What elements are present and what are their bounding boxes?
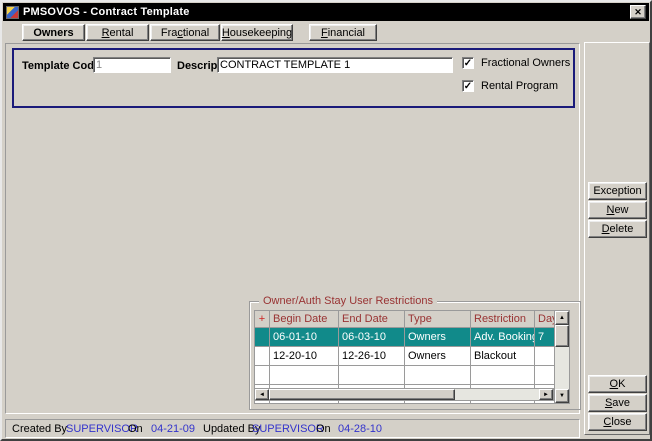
table-cell[interactable] <box>405 366 471 385</box>
col-restriction: Restriction <box>471 311 535 328</box>
tab-owners[interactable]: Owners <box>22 24 85 41</box>
table-header-row: + Begin Date End Date Type Restriction D… <box>255 311 555 328</box>
template-code-label: Template Code <box>22 60 100 72</box>
table-row[interactable]: 12-20-1012-26-10OwnersBlackout <box>255 347 555 366</box>
vertical-scroll-track[interactable] <box>555 347 569 389</box>
table-cell[interactable] <box>535 366 555 385</box>
restrictions-groupbox: Owner/Auth Stay User Restrictions + Begi… <box>249 301 581 410</box>
table-cell[interactable]: Adv. Booking <box>471 328 535 347</box>
tab-rental[interactable]: Rental <box>86 24 149 41</box>
updated-on-label: On <box>316 423 331 435</box>
table-cell[interactable]: 12-20-10 <box>270 347 339 366</box>
table-cell[interactable]: Owners <box>405 328 471 347</box>
row-marker-cell[interactable] <box>255 366 270 385</box>
close-button[interactable]: Close <box>588 413 647 431</box>
scroll-down-icon[interactable]: ▼ <box>555 389 569 403</box>
table-cell[interactable]: Owners <box>405 347 471 366</box>
table-cell[interactable] <box>339 366 405 385</box>
table-cell[interactable]: 06-03-10 <box>339 328 405 347</box>
tab-fractional[interactable]: Fractional <box>150 24 220 41</box>
checkbox-check-icon[interactable]: ✓ <box>462 80 474 92</box>
delete-button[interactable]: Delete <box>588 220 647 238</box>
table-row[interactable] <box>255 366 555 385</box>
created-on-value: 04-21-09 <box>151 423 195 435</box>
ok-button[interactable]: OK <box>588 375 647 393</box>
status-bar: Created By SUPERVISOR On 04-21-09 Update… <box>5 419 580 438</box>
tab-bar: Owners Rental Fractional Housekeeping Fi… <box>22 24 378 41</box>
table-cell[interactable]: Blackout <box>471 347 535 366</box>
new-button[interactable]: New <box>588 201 647 219</box>
table-cell[interactable]: 12-26-10 <box>339 347 405 366</box>
scroll-left-icon[interactable]: ◄ <box>255 389 269 400</box>
title-bar: PMSOVOS - Contract Template ✕ <box>3 3 649 21</box>
exception-button[interactable]: Exception <box>588 182 647 200</box>
rental-program-checkbox[interactable]: ✓ Rental Program <box>462 80 558 92</box>
table-cell[interactable]: 7 <box>535 328 555 347</box>
created-by-label: Created By <box>12 423 67 435</box>
tab-financial[interactable]: Financial <box>309 24 377 41</box>
horizontal-scroll-track[interactable] <box>455 389 539 400</box>
fractional-owners-label: Fractional Owners <box>481 57 570 69</box>
close-icon[interactable]: ✕ <box>630 5 646 19</box>
scroll-right-icon[interactable]: ► <box>539 389 553 400</box>
restrictions-group-label: Owner/Auth Stay User Restrictions <box>259 295 437 307</box>
tab-housekeeping[interactable]: Housekeeping <box>221 24 293 41</box>
row-marker-cell[interactable] <box>255 347 270 366</box>
row-marker-header: + <box>255 311 270 328</box>
table-row[interactable]: 06-01-1006-03-10OwnersAdv. Booking7 <box>255 328 555 347</box>
updated-on-value: 04-28-10 <box>338 423 382 435</box>
description-field[interactable] <box>217 57 453 73</box>
window-title: PMSOVOS - Contract Template <box>23 6 630 18</box>
checkbox-check-icon[interactable]: ✓ <box>462 57 474 69</box>
vertical-scrollbar[interactable]: ▲ ▼ <box>555 310 570 404</box>
template-header-panel: Template Code Description ✓ Fractional O… <box>12 48 575 108</box>
template-code-field[interactable] <box>93 57 171 73</box>
app-icon <box>6 6 19 19</box>
rental-program-label: Rental Program <box>481 80 558 92</box>
col-begin-date: Begin Date <box>270 311 339 328</box>
save-button[interactable]: Save <box>588 394 647 412</box>
table-cell[interactable]: 06-01-10 <box>270 328 339 347</box>
table-cell[interactable] <box>471 366 535 385</box>
contract-template-window: PMSOVOS - Contract Template ✕ Owners Ren… <box>0 0 652 441</box>
col-days: Days <box>535 311 555 328</box>
horizontal-scrollbar[interactable]: ◄ ► <box>254 388 554 401</box>
side-button-panel: Exception New Delete OK Save Close <box>584 42 650 435</box>
row-marker-cell[interactable] <box>255 328 270 347</box>
fractional-owners-checkbox[interactable]: ✓ Fractional Owners <box>462 57 570 69</box>
vertical-scroll-thumb[interactable] <box>555 325 569 347</box>
table-cell[interactable] <box>535 347 555 366</box>
col-type: Type <box>405 311 471 328</box>
horizontal-scroll-thumb[interactable] <box>269 389 455 400</box>
table-cell[interactable] <box>270 366 339 385</box>
main-canvas: Template Code Description ✓ Fractional O… <box>5 43 580 414</box>
scroll-up-icon[interactable]: ▲ <box>555 311 569 325</box>
updated-by-value: SUPERVISOR <box>252 423 324 435</box>
col-end-date: End Date <box>339 311 405 328</box>
created-on-label: On <box>128 423 143 435</box>
